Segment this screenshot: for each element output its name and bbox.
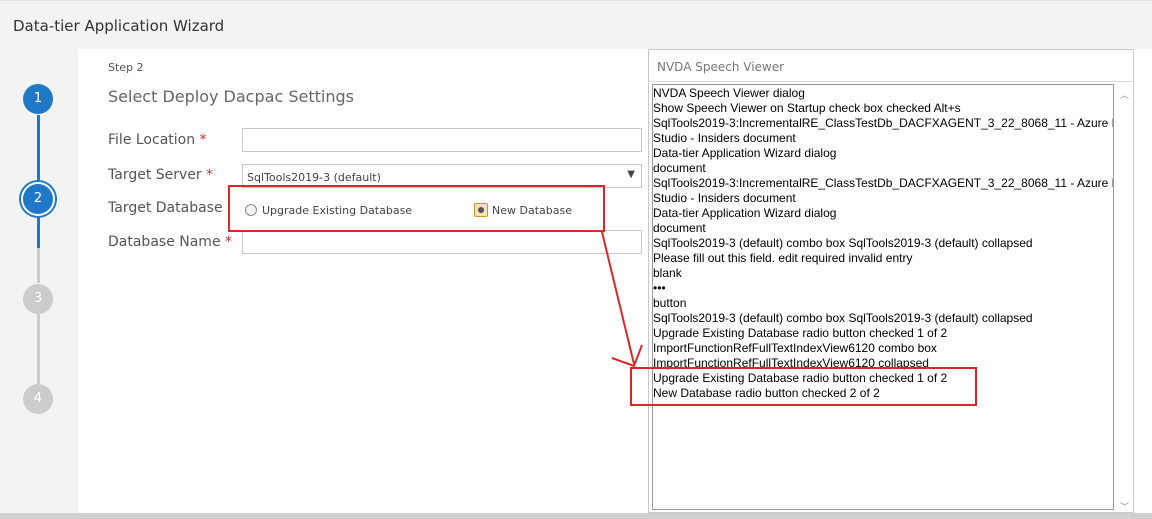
annotation-arrow-icon bbox=[601, 231, 643, 368]
